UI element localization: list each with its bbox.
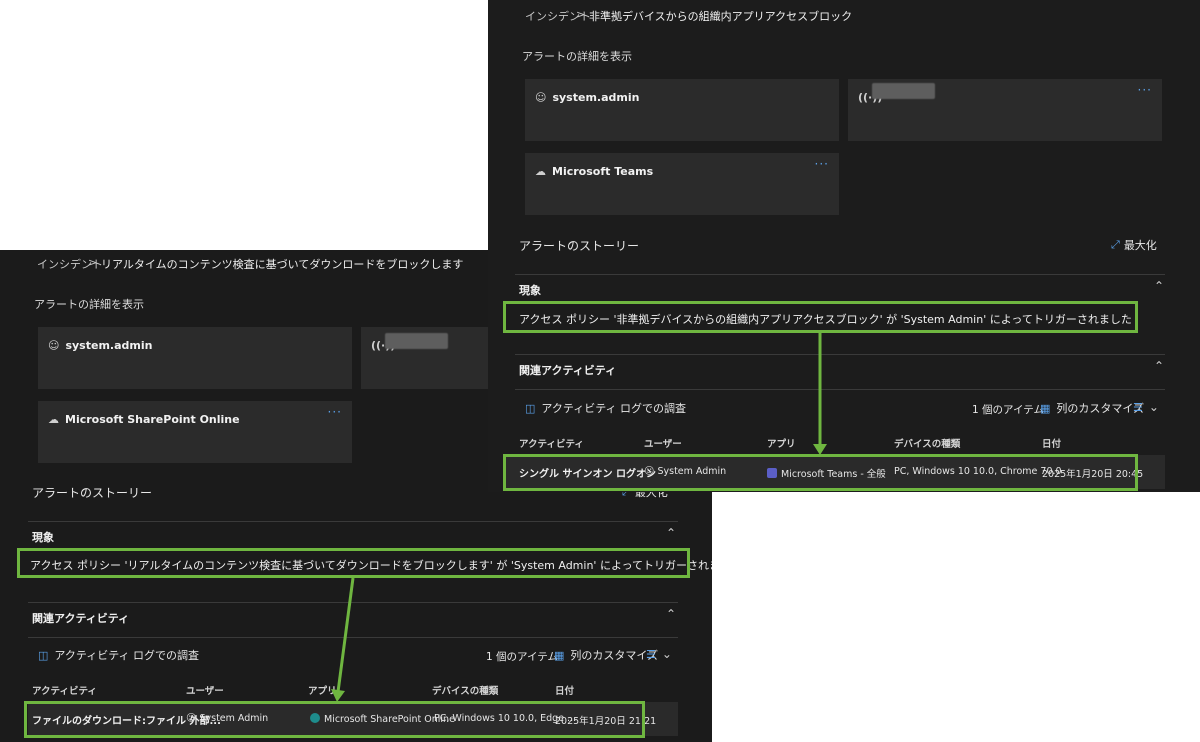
phenomenon-highlight xyxy=(17,548,690,578)
divider xyxy=(28,602,678,603)
phenomenon-heading: 現象 xyxy=(32,531,54,544)
chevron-down-icon: ⌄ xyxy=(1148,400,1159,414)
related-activity-heading: 関連アクティビティ xyxy=(519,364,617,377)
column-header-app[interactable]: アプリ xyxy=(767,436,796,450)
divider xyxy=(515,354,1165,355)
column-header-date[interactable]: 日付 xyxy=(1042,436,1061,450)
related-activity-heading: 関連アクティビティ xyxy=(32,612,130,625)
chevron-up-icon[interactable]: ⌃ xyxy=(1154,359,1164,373)
list-icon: ☰ xyxy=(1133,400,1143,414)
group-by-menu[interactable]: ☰ ⌄ xyxy=(1133,400,1159,414)
user-card[interactable]: ☺ system.admin xyxy=(525,79,839,141)
log-search-icon: ◫ xyxy=(525,401,536,415)
person-icon: ☺ xyxy=(535,91,547,104)
maximize-label: 最大化 xyxy=(1123,239,1157,252)
user-card-label: system.admin xyxy=(65,339,153,352)
customize-label: 列のカスタマイズ xyxy=(1056,402,1145,415)
divider xyxy=(28,637,678,638)
device-card[interactable]: ((·)) ··· xyxy=(848,79,1162,141)
phenomenon-heading: 現象 xyxy=(519,284,541,297)
alert-details-label: アラートの詳細を表示 xyxy=(34,298,144,311)
chevron-down-icon: ⌄ xyxy=(661,647,672,661)
column-header-user[interactable]: ユーザー xyxy=(644,436,682,450)
front-alert-panel: インシデント > 非準拠デバイスからの組織内アプリアクセスブロック アラートの詳… xyxy=(488,0,1200,492)
columns-icon: ▦ xyxy=(554,648,565,662)
columns-icon: ▦ xyxy=(1040,401,1051,415)
divider xyxy=(515,274,1165,275)
breadcrumb-current: 非準拠デバイスからの組織内アプリアクセスブロック xyxy=(589,10,853,23)
user-card-label: system.admin xyxy=(552,91,640,104)
column-header-activity[interactable]: アクティビティ xyxy=(519,436,584,450)
group-by-menu[interactable]: ☰ ⌄ xyxy=(646,647,672,661)
divider xyxy=(28,521,678,522)
breadcrumb-separator: > xyxy=(576,8,586,21)
column-header-user[interactable]: ユーザー xyxy=(186,683,224,697)
investigate-label: アクティビティ ログでの調査 xyxy=(54,649,200,662)
alert-story-title: アラートのストーリー xyxy=(32,486,153,500)
customize-columns-button[interactable]: ▦ 列のカスタマイズ xyxy=(1040,400,1144,416)
person-icon: ☺ xyxy=(48,339,60,352)
more-options-icon[interactable]: ··· xyxy=(328,405,342,419)
app-card[interactable]: ☁ Microsoft Teams ··· xyxy=(525,153,839,215)
redacted-device-name xyxy=(872,83,935,99)
maximize-button[interactable]: ⤢最大化 xyxy=(1111,237,1157,253)
breadcrumb-current: リアルタイムのコンテンツ検査に基づいてダウンロードをブロックします xyxy=(101,258,464,271)
chevron-up-icon[interactable]: ⌃ xyxy=(666,526,676,540)
alert-details-label: アラートの詳細を表示 xyxy=(522,50,632,63)
column-header-device[interactable]: デバイスの種類 xyxy=(432,683,498,697)
item-count: 1 個のアイテム xyxy=(972,404,1044,416)
phenomenon-highlight xyxy=(503,301,1138,333)
investigate-activity-log-button[interactable]: ◫ アクティビティ ログでの調査 xyxy=(525,400,686,416)
breadcrumb-separator: > xyxy=(88,256,98,269)
app-card-label: Microsoft SharePoint Online xyxy=(65,413,240,426)
column-header-device[interactable]: デバイスの種類 xyxy=(894,436,960,450)
chevron-up-icon[interactable]: ⌃ xyxy=(1154,279,1164,293)
list-icon: ☰ xyxy=(646,647,656,661)
customize-columns-button[interactable]: ▦ 列のカスタマイズ xyxy=(554,647,658,663)
user-card[interactable]: ☺ system.admin xyxy=(38,327,352,389)
item-count: 1 個のアイテム xyxy=(486,651,558,663)
more-options-icon[interactable]: ··· xyxy=(815,157,829,171)
app-card-label: Microsoft Teams xyxy=(552,165,654,178)
column-header-activity[interactable]: アクティビティ xyxy=(32,683,97,697)
customize-label: 列のカスタマイズ xyxy=(570,649,659,662)
investigate-label: アクティビティ ログでの調査 xyxy=(541,402,687,415)
redacted-device-name xyxy=(385,333,448,349)
row-highlight xyxy=(24,701,645,738)
more-options-icon[interactable]: ··· xyxy=(1138,83,1152,97)
log-search-icon: ◫ xyxy=(38,648,49,662)
divider xyxy=(515,389,1165,390)
row-highlight xyxy=(503,454,1138,491)
alert-story-title: アラートのストーリー xyxy=(519,239,640,253)
app-card[interactable]: ☁ Microsoft SharePoint Online ··· xyxy=(38,401,352,463)
column-header-date[interactable]: 日付 xyxy=(555,683,574,697)
investigate-activity-log-button[interactable]: ◫ アクティビティ ログでの調査 xyxy=(38,647,199,663)
column-header-app[interactable]: アプリ xyxy=(308,683,337,697)
cloud-icon: ☁ xyxy=(535,165,546,178)
expand-icon: ⤢ xyxy=(1111,238,1120,251)
chevron-up-icon[interactable]: ⌃ xyxy=(666,607,676,621)
cloud-icon: ☁ xyxy=(48,413,59,426)
